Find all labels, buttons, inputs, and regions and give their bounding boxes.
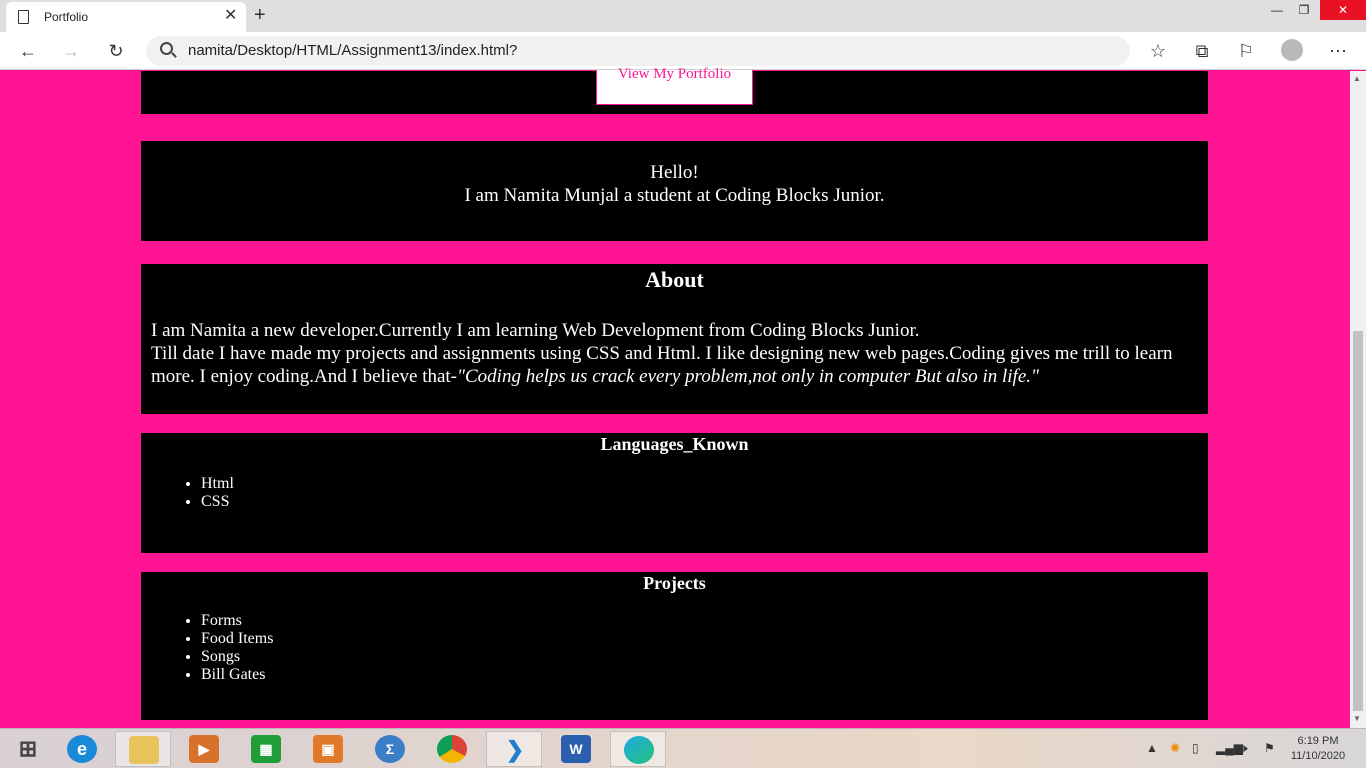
chrome-icon xyxy=(437,735,467,763)
favorites-icon[interactable]: ☆ xyxy=(1146,40,1170,62)
projects-list: Forms Food Items Songs Bill Gates xyxy=(141,612,1208,684)
volume-icon[interactable]: 🕨 xyxy=(1240,741,1248,756)
tray-battery-icon[interactable]: ▯ xyxy=(1192,741,1199,755)
view-portfolio-button[interactable]: View My Portfolio xyxy=(596,67,753,105)
taskbar-ie[interactable]: e xyxy=(54,731,110,767)
address-bar[interactable]: namita/Desktop/HTML/Assignment13/index.h… xyxy=(146,36,1130,66)
refresh-icon[interactable]: ↻ xyxy=(104,40,128,62)
tray-app-icon[interactable]: ✺ xyxy=(1170,741,1180,755)
url-text[interactable]: namita/Desktop/HTML/Assignment13/index.h… xyxy=(188,42,517,59)
math-input-icon: Σ xyxy=(375,735,405,763)
taskbar-explorer[interactable] xyxy=(115,731,171,767)
start-button[interactable]: ⊞ xyxy=(0,731,56,767)
more-menu-icon[interactable]: ⋯ xyxy=(1326,40,1350,62)
app-icon: ▣ xyxy=(313,735,343,763)
tray-expand-icon[interactable]: ▲ xyxy=(1146,741,1158,755)
about-heading: About xyxy=(645,267,704,292)
profile-avatar[interactable] xyxy=(1281,39,1303,61)
feedback-icon[interactable]: ⚐ xyxy=(1234,40,1258,62)
word-icon: W xyxy=(561,735,591,763)
taskbar-word[interactable]: W xyxy=(548,731,604,767)
taskbar-chrome[interactable] xyxy=(424,731,480,767)
tab-title: Portfolio xyxy=(44,10,89,24)
internet-explorer-icon: e xyxy=(67,735,97,763)
taskbar-math[interactable]: Σ xyxy=(362,731,418,767)
tab-bar: Portfolio ✕ + — ❐ ✕ xyxy=(0,0,1366,32)
languages-list: Html CSS xyxy=(141,475,1208,511)
projects-heading: Projects xyxy=(643,573,706,593)
list-item: Food Items xyxy=(201,630,1208,648)
collections-icon[interactable]: ⧉ xyxy=(1190,40,1214,62)
vscode-icon: ❯ xyxy=(505,737,525,762)
projects-section: Projects Forms Food Items Songs Bill Gat… xyxy=(141,572,1208,720)
back-icon[interactable]: ← xyxy=(16,40,40,62)
about-quote: "Coding helps us crack every problem,not… xyxy=(457,366,1040,387)
list-item: Songs xyxy=(201,648,1208,666)
about-text: I am Namita a new developer.Currently I … xyxy=(141,293,1208,388)
clock-date: 11/10/2020 xyxy=(1290,750,1346,762)
network-icon[interactable]: ▂▄▆ xyxy=(1216,741,1243,755)
scroll-up-icon[interactable]: ▲ xyxy=(1353,74,1361,83)
list-item: CSS xyxy=(201,493,1208,511)
taskbar-clock[interactable]: 6:19 PM 11/10/2020 xyxy=(1290,734,1346,764)
page-icon xyxy=(18,10,29,24)
taskbar-app[interactable]: ▣ xyxy=(300,731,356,767)
browser-toolbar: ← → ↻ namita/Desktop/HTML/Assignment13/i… xyxy=(0,32,1366,70)
intro-text: I am Namita Munjal a student at Coding B… xyxy=(464,185,885,206)
close-tab-icon[interactable]: ✕ xyxy=(224,7,237,25)
scroll-down-icon[interactable]: ▼ xyxy=(1353,714,1361,723)
folder-icon xyxy=(129,736,159,764)
about-line-1: I am Namita a new developer.Currently I … xyxy=(151,320,920,341)
search-icon xyxy=(160,42,173,55)
new-tab-icon[interactable]: + xyxy=(254,4,266,26)
taskbar-edge[interactable] xyxy=(610,731,666,767)
scroll-thumb[interactable] xyxy=(1353,331,1363,711)
edge-icon xyxy=(624,736,654,764)
browser-tab[interactable]: Portfolio ✕ xyxy=(6,2,246,32)
taskbar-vscode[interactable]: ❯ xyxy=(486,731,542,767)
list-item: Forms xyxy=(201,612,1208,630)
taskbar: ⊞ e ▶ ▦ ▣ Σ ❯ W ▲ ✺ ▯ ▂▄▆ 🕨 ⚑ 6:19 PM 11… xyxy=(0,728,1366,768)
hello-greeting: Hello! xyxy=(650,162,699,183)
media-player-icon: ▶ xyxy=(189,735,219,763)
languages-heading: Languages_Known xyxy=(600,434,749,454)
taskbar-store[interactable]: ▦ xyxy=(238,731,294,767)
list-item: Html xyxy=(201,475,1208,493)
about-section: About I am Namita a new developer.Curren… xyxy=(141,264,1208,414)
windows-icon: ⊞ xyxy=(18,736,38,761)
intro-section: Hello! I am Namita Munjal a student at C… xyxy=(141,141,1208,241)
action-center-icon[interactable]: ⚑ xyxy=(1264,741,1275,755)
taskbar-media[interactable]: ▶ xyxy=(176,731,232,767)
window-close-icon[interactable]: ✕ xyxy=(1320,0,1366,20)
list-item: Bill Gates xyxy=(201,666,1208,684)
page-scrollbar[interactable]: ▲ ▼ xyxy=(1350,71,1366,728)
store-icon: ▦ xyxy=(251,735,281,763)
forward-icon[interactable]: → xyxy=(59,40,83,62)
languages-section: Languages_Known Html CSS xyxy=(141,433,1208,553)
clock-time: 6:19 PM xyxy=(1297,735,1339,747)
